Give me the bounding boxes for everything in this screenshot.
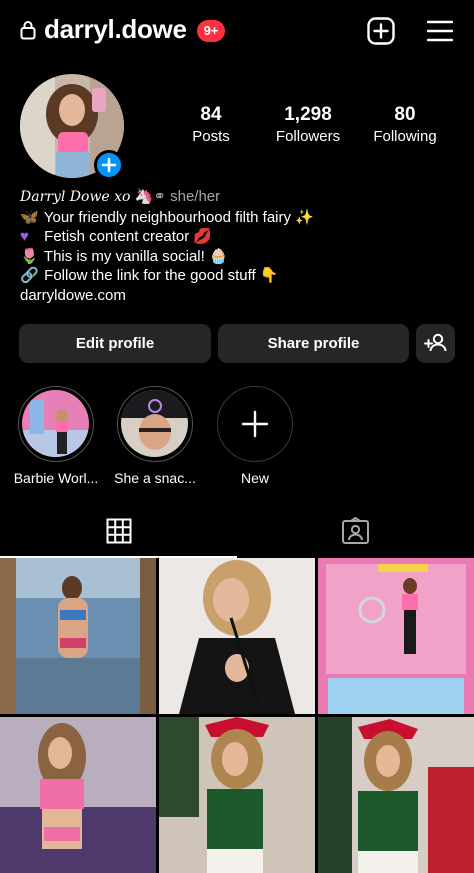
followers-stat[interactable]: 1,298 Followers [258,104,358,145]
post-thumbnail[interactable] [318,558,474,714]
following-count: 80 [394,104,416,125]
bio-text: Your friendly neighbourhood filth fairy [43,208,292,226]
highlight-barbie-world[interactable]: Barbie Worl... [14,386,98,486]
bio-text: This is my vanilla social! [43,247,205,265]
posts-label: Posts [192,128,230,145]
post-thumbnail[interactable] [159,717,315,873]
pointing-down-icon: 👇 [259,267,279,284]
share-profile-button[interactable]: Share profile [218,324,409,363]
following-stat[interactable]: 80 Following [355,104,455,145]
add-person-icon [424,333,447,352]
new-post-icon[interactable] [367,17,395,45]
bio-text: Follow the link for the good stuff [44,267,256,284]
highlight-cover [117,386,193,462]
highlight-label: New [240,470,269,486]
add-story-button[interactable] [94,150,124,180]
post-thumbnail[interactable] [0,717,156,873]
bio-line: ♥ Fetish content creator 💋 [20,227,460,247]
plus-icon [241,410,268,437]
edit-profile-button[interactable]: Edit profile [19,324,211,363]
bio-line: 🔗 Follow the link for the good stuff 👇 [20,266,460,286]
link-icon: 🔗 [20,267,39,284]
lips-icon: 💋 [193,228,213,245]
posts-count: 84 [200,104,222,125]
discover-people-button[interactable] [416,324,455,363]
following-label: Following [373,128,437,145]
plus-icon [101,157,117,173]
post-thumbnail[interactable] [0,558,156,714]
pronouns: she/her [170,188,221,205]
bio-text: Fetish content creator [44,228,190,245]
bio-name-line: Darryl Dowe xo 🦄⚭ she/her [20,187,460,208]
followers-label: Followers [275,128,341,145]
highlight-she-a-snack[interactable]: She a snac... [114,386,196,486]
grid-icon[interactable] [106,518,132,544]
unicorn-icon: 🦄 [134,188,154,205]
bio-line: 🦋 Your friendly neighbourhood filth fair… [20,208,460,228]
highlight-label: Barbie Worl... [13,470,99,486]
profile-tabs [0,508,474,556]
followers-count: 1,298 [284,104,332,125]
display-name: Darryl Dowe xo [20,189,131,205]
lock-icon [20,21,36,40]
rose-icon: 🌷 [20,247,39,265]
link-rings-icon: ⚭ [153,188,166,205]
account-username[interactable]: darryl.dowe [44,14,187,45]
menu-icon[interactable] [427,19,453,43]
highlight-label: She a snac... [114,470,196,486]
bio-website-link[interactable]: darryldowe.com [20,286,460,306]
butterfly-icon: 🦋 [20,208,39,226]
tagged-icon[interactable] [341,517,370,545]
sparkles-icon: ✨ [295,208,314,226]
highlight-new[interactable]: New [215,386,295,486]
bio-line: 🌷 This is my vanilla social! 🧁 [20,247,460,267]
cupcake-icon: 🧁 [208,247,228,265]
top-bar: darryl.dowe 9+ [0,0,474,62]
post-thumbnail[interactable] [318,717,474,873]
notifications-badge[interactable]: 9+ [197,20,225,42]
purple-heart-icon: ♥ [20,228,29,245]
posts-stat[interactable]: 84 Posts [161,104,261,145]
post-thumbnail[interactable] [159,558,315,714]
highlight-cover [18,386,94,462]
profile-bio: Darryl Dowe xo 🦄⚭ she/her 🦋 Your friendl… [20,187,460,305]
new-highlight-circle [217,386,293,462]
